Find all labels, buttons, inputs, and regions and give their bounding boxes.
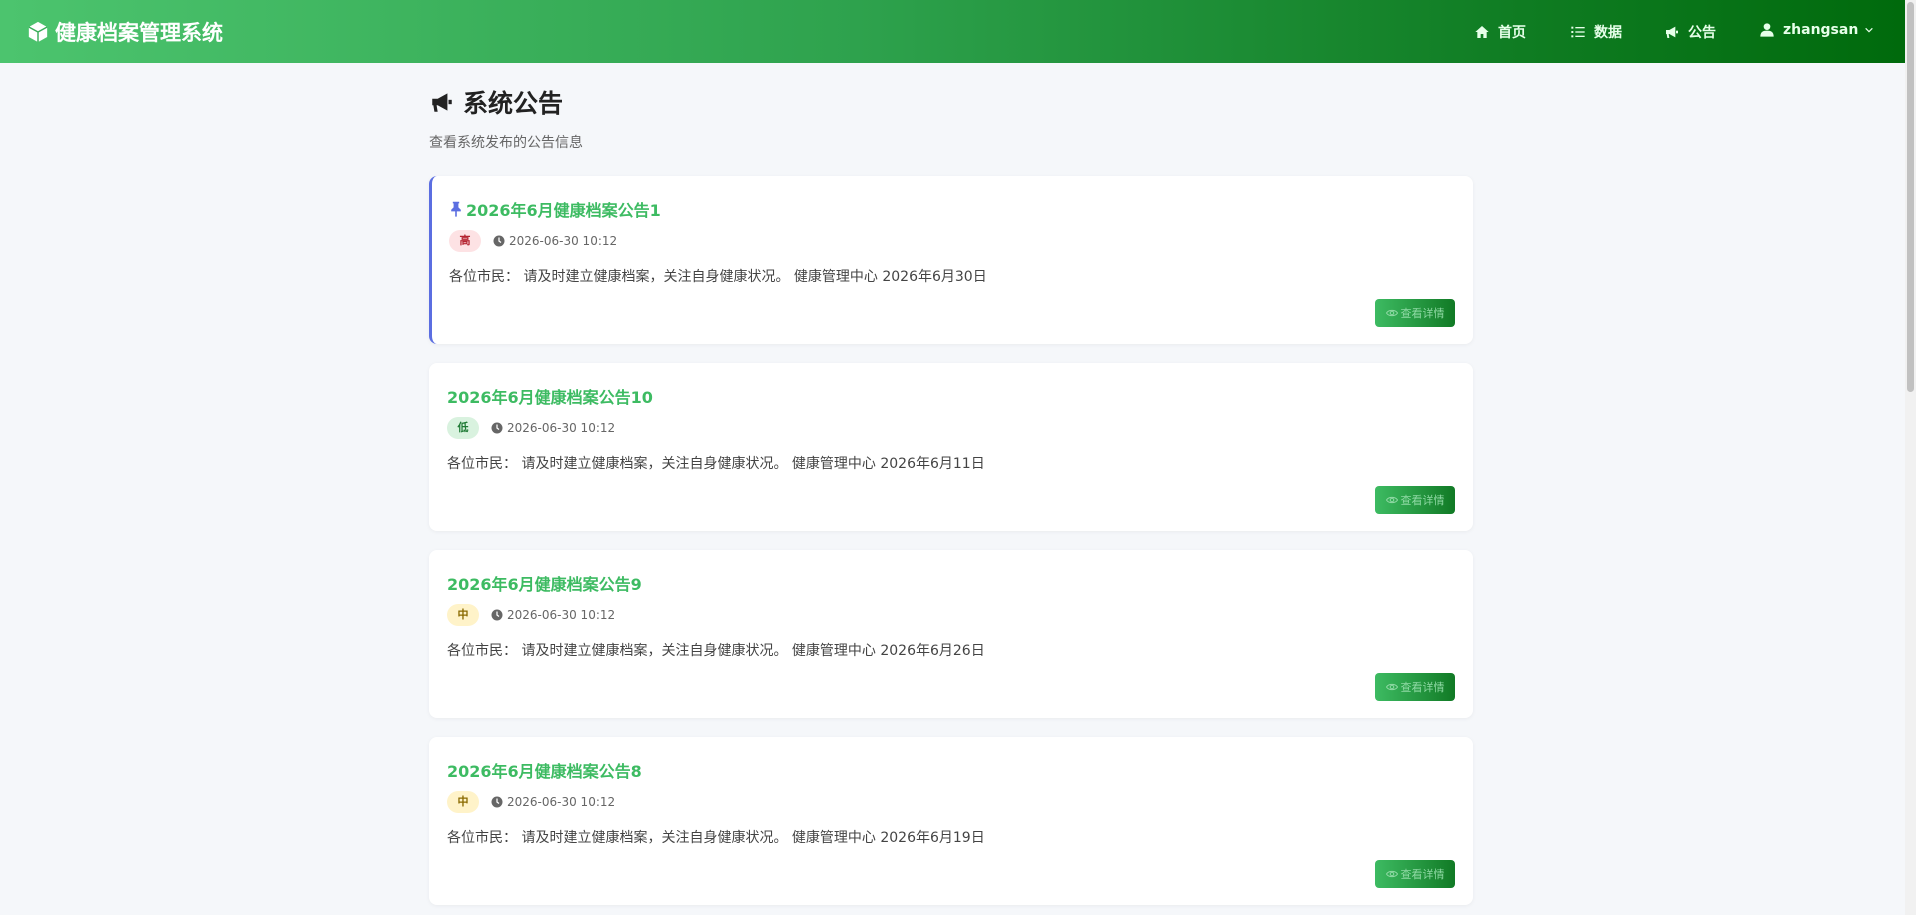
chevron-down-icon: [1865, 27, 1874, 33]
view-detail-button[interactable]: 查看详情: [1375, 860, 1455, 888]
view-detail-button[interactable]: 查看详情: [1375, 299, 1455, 327]
notice-title-text: 2026年6月健康档案公告9: [447, 575, 642, 594]
notice-meta: 高 2026-06-30 10:12: [449, 230, 617, 252]
view-detail-label: 查看详情: [1400, 307, 1445, 320]
notice-title-text: 2026年6月健康档案公告1: [466, 201, 661, 220]
list-icon: [1571, 26, 1585, 38]
priority-badge: 中: [447, 791, 479, 813]
eye-icon: [1385, 683, 1398, 691]
priority-badge: 中: [447, 604, 479, 626]
page-title-text: 系统公告: [463, 89, 564, 118]
priority-badge: 低: [447, 417, 479, 439]
bullhorn-icon: [1666, 26, 1678, 38]
notice-content: 各位市民： 请及时建立健康档案，关注自身健康状况。 健康管理中心 2026年6月…: [449, 269, 987, 285]
notice-card: 2026年6月健康档案公告10 低 2026-06-30 10:12 各位市民： 请及…: [429, 363, 1473, 531]
notice-card: 2026年6月健康档案公告9 中 2026-06-30 10:12 各位市民： 请及时…: [429, 550, 1473, 718]
notice-time: 2026-06-30 10:12: [491, 795, 615, 809]
notice-time-text: 2026-06-30 10:12: [507, 795, 616, 809]
nav-notice-label: 公告: [1688, 25, 1716, 41]
notice-title[interactable]: 2026年6月健康档案公告9: [447, 571, 642, 595]
priority-badge: 高: [449, 230, 481, 252]
notice-content: 各位市民： 请及时建立健康档案，关注自身健康状况。 健康管理中心 2026年6月…: [447, 830, 985, 846]
notice-time-text: 2026-06-30 10:12: [509, 234, 618, 248]
user-menu[interactable]: zhangsan: [1759, 22, 1882, 38]
notice-title-text: 2026年6月健康档案公告8: [447, 762, 642, 781]
eye-icon: [1385, 309, 1398, 317]
notice-time-text: 2026-06-30 10:12: [507, 608, 616, 622]
notice-time: 2026-06-30 10:12: [493, 234, 617, 248]
nav-home[interactable]: 首页: [1474, 22, 1526, 42]
page-scrollbar[interactable]: [1905, 0, 1916, 915]
bullhorn-icon: [432, 93, 452, 112]
notice-card: 2026年6月健康档案公告8 中 2026-06-30 10:12 各位市民： 请及时…: [429, 737, 1473, 905]
notice-title[interactable]: 2026年6月健康档案公告10: [447, 384, 653, 408]
notice-meta: 低 2026-06-30 10:12: [447, 417, 615, 439]
notice-content: 各位市民： 请及时建立健康档案，关注自身健康状况。 健康管理中心 2026年6月…: [447, 456, 985, 472]
view-detail-button[interactable]: 查看详情: [1375, 673, 1455, 701]
user-name: zhangsan: [1783, 22, 1859, 38]
clock-icon: [491, 796, 503, 808]
nav-home-label: 首页: [1498, 25, 1526, 41]
notice-title[interactable]: 2026年6月健康档案公告1: [449, 197, 661, 221]
view-detail-label: 查看详情: [1400, 494, 1445, 507]
clock-icon: [491, 609, 503, 621]
view-detail-button[interactable]: 查看详情: [1375, 486, 1455, 514]
notice-content: 各位市民： 请及时建立健康档案，关注自身健康状况。 健康管理中心 2026年6月…: [447, 643, 985, 659]
user-icon: [1760, 23, 1774, 37]
eye-icon: [1385, 870, 1398, 878]
cube-icon: [28, 21, 48, 42]
eye-icon: [1385, 496, 1398, 504]
view-detail-label: 查看详情: [1400, 868, 1445, 881]
nav-data-label: 数据: [1594, 25, 1622, 41]
nav-data[interactable]: 数据: [1570, 22, 1622, 42]
clock-icon: [493, 235, 505, 247]
clock-icon: [491, 422, 503, 434]
notice-card: 2026年6月健康档案公告1 高 2026-06-30 10:12 各位市民： 请及时…: [429, 176, 1473, 344]
scrollbar-thumb[interactable]: [1907, 2, 1914, 392]
notice-time: 2026-06-30 10:12: [491, 608, 615, 622]
view-detail-label: 查看详情: [1400, 681, 1445, 694]
notice-time-text: 2026-06-30 10:12: [507, 421, 616, 435]
brand-title: 健康档案管理系统: [55, 20, 223, 45]
pin-icon: [451, 201, 461, 217]
page-header: 系统公告: [429, 84, 563, 120]
top-navbar: 健康档案管理系统 首页 数据 公告 zhangsan: [0, 0, 1905, 63]
nav-notice[interactable]: 公告: [1664, 22, 1716, 42]
notice-meta: 中 2026-06-30 10:12: [447, 791, 615, 813]
notice-title[interactable]: 2026年6月健康档案公告8: [447, 758, 642, 782]
page-subtitle: 查看系统发布的公告信息: [429, 135, 583, 151]
notice-meta: 中 2026-06-30 10:12: [447, 604, 615, 626]
page-title: 系统公告: [429, 84, 563, 120]
home-icon: [1475, 26, 1489, 38]
brand-logo[interactable]: 健康档案管理系统: [27, 0, 223, 63]
notice-time: 2026-06-30 10:12: [491, 421, 615, 435]
notice-title-text: 2026年6月健康档案公告10: [447, 388, 653, 407]
